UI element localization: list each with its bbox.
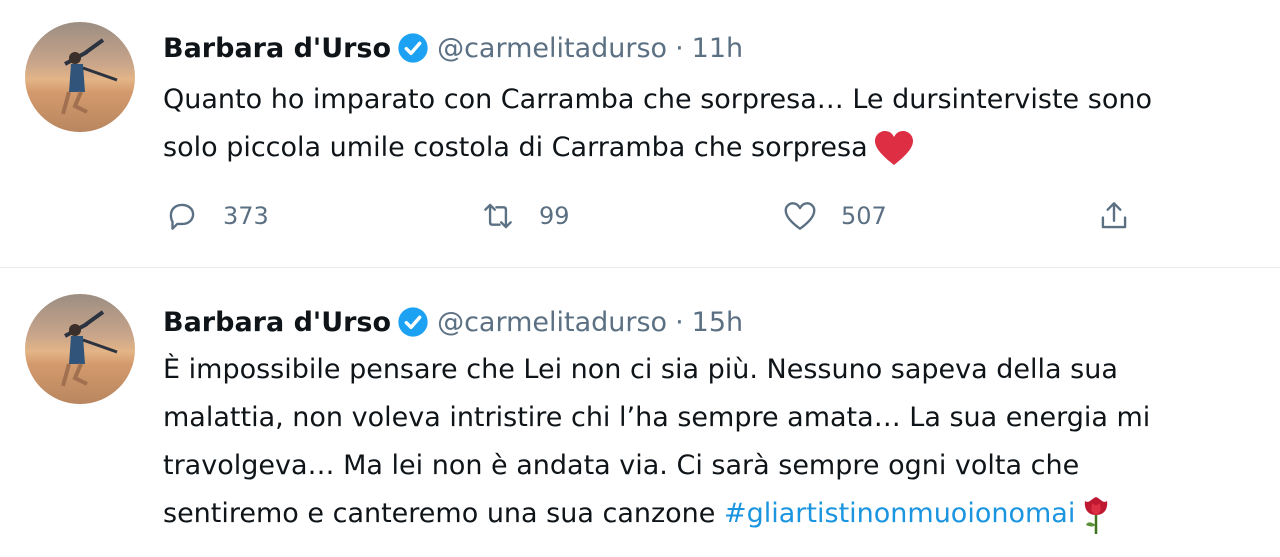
avatar[interactable] bbox=[25, 22, 135, 132]
separator-dot: · bbox=[675, 306, 684, 338]
share-button[interactable] bbox=[1095, 196, 1133, 236]
timestamp[interactable]: 11h bbox=[692, 33, 743, 64]
tweet-text-line: sentiremo e canteremo una sua canzone #g… bbox=[163, 490, 1268, 538]
tweet-header: Barbara d'Urso @carmelitadurso · 15h bbox=[163, 302, 743, 342]
like-count: 507 bbox=[841, 202, 887, 230]
tweet[interactable]: Barbara d'Urso @carmelitadurso · 11h Qua… bbox=[0, 0, 1280, 268]
tweet-text: È impossibile pensare che Lei non ci sia… bbox=[163, 346, 1268, 538]
reply-icon bbox=[169, 203, 195, 230]
tweet-actions: 373 99 507 bbox=[163, 196, 1143, 236]
display-name[interactable]: Barbara d'Urso bbox=[163, 307, 391, 338]
tweet-text-line: malattia, non voleva intristire chi l’ha… bbox=[163, 402, 1151, 433]
red-heart-icon bbox=[874, 130, 913, 165]
tweet[interactable]: Barbara d'Urso @carmelitadurso · 15h È i… bbox=[0, 268, 1280, 557]
rose-icon bbox=[1085, 496, 1108, 534]
user-handle[interactable]: @carmelitadurso bbox=[437, 307, 667, 338]
avatar[interactable] bbox=[25, 294, 135, 404]
tweet-text-line: solo piccola umile costola di Carramba c… bbox=[163, 124, 1268, 172]
separator-dot: · bbox=[675, 32, 684, 64]
heart-icon bbox=[784, 202, 816, 230]
reply-button[interactable]: 373 bbox=[163, 196, 269, 236]
hashtag-link[interactable]: #gliartistinonmuoionomai bbox=[724, 498, 1075, 529]
like-button[interactable]: 507 bbox=[781, 196, 887, 236]
display-name[interactable]: Barbara d'Urso bbox=[163, 33, 391, 64]
tweet-text: Quanto ho imparato con Carramba che sorp… bbox=[163, 76, 1268, 172]
verified-badge-icon bbox=[398, 33, 428, 63]
retweet-button[interactable]: 99 bbox=[479, 196, 570, 236]
user-handle[interactable]: @carmelitadurso bbox=[437, 33, 667, 64]
timestamp[interactable]: 15h bbox=[692, 307, 743, 338]
retweet-count: 99 bbox=[539, 202, 570, 230]
share-icon bbox=[1101, 202, 1127, 229]
retweet-icon bbox=[484, 203, 512, 229]
avatar-photo bbox=[61, 310, 118, 387]
avatar-photo bbox=[61, 38, 118, 115]
tweet-header: Barbara d'Urso @carmelitadurso · 11h bbox=[163, 28, 743, 68]
reply-count: 373 bbox=[223, 202, 269, 230]
tweet-text-line: Quanto ho imparato con Carramba che sorp… bbox=[163, 84, 1152, 115]
tweet-text-line: È impossibile pensare che Lei non ci sia… bbox=[163, 354, 1118, 385]
verified-badge-icon bbox=[398, 307, 428, 337]
tweet-text-line: travolgeva… Ma lei non è andata via. Ci … bbox=[163, 450, 1080, 481]
